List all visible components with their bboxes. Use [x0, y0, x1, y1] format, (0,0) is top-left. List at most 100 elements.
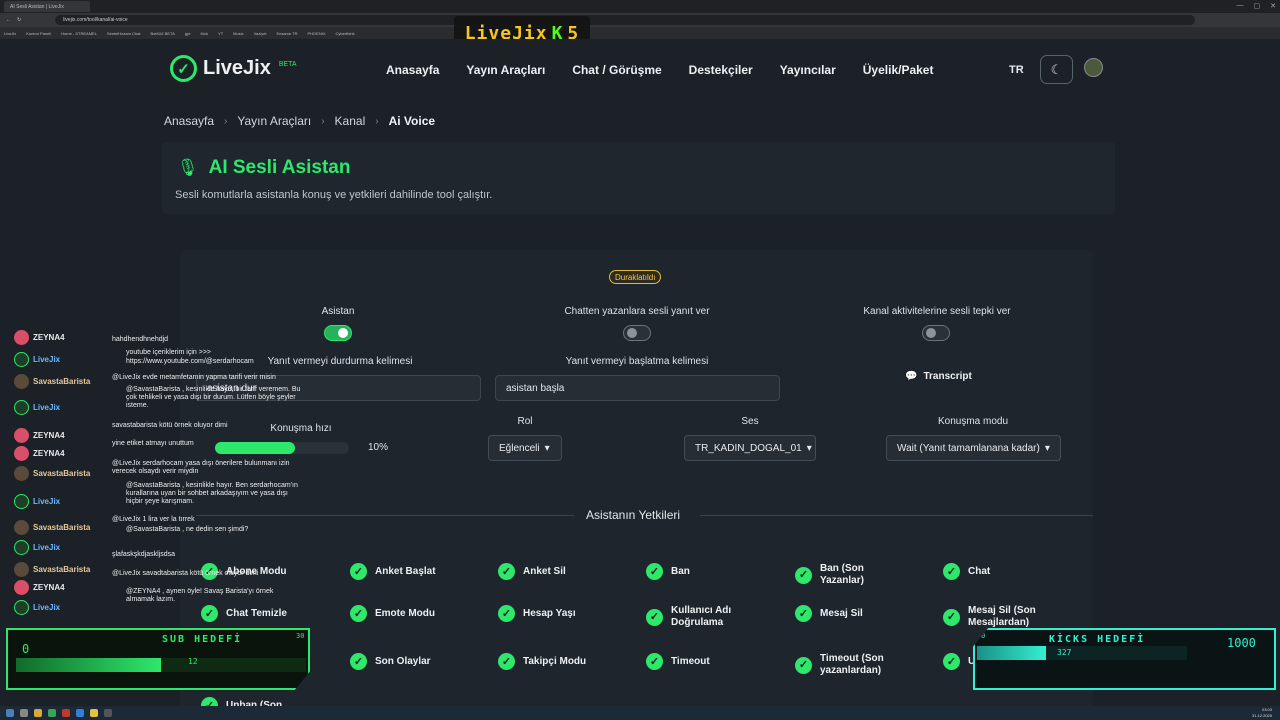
browser-tab[interactable]: AI Sesli Asistan | LiveJix — [4, 1, 90, 12]
site-logo[interactable]: ✓ LiveJix BETA — [170, 55, 297, 82]
theme-toggle-button[interactable]: ☾ — [1040, 55, 1073, 84]
permission-label: Anket Sil — [523, 565, 566, 577]
bookmark-item[interactable]: Ensame TR — [276, 31, 297, 36]
bookmark-item[interactable]: YT — [218, 31, 223, 36]
chat-username: LiveJix — [33, 497, 61, 506]
window-controls: — ▢ ✕ — [1237, 2, 1277, 10]
chat-username: SavastaBarista — [33, 377, 91, 386]
kicks-goal-title: KİCKS HEDEFİ — [1049, 634, 1146, 645]
breadcrumb-home[interactable]: Anasayfa — [164, 114, 214, 128]
close-icon[interactable]: ✕ — [1270, 2, 1276, 10]
breadcrumb-current: Ai Voice — [388, 114, 436, 128]
permission-item[interactable]: ✓ Anket Başlat — [350, 563, 436, 580]
permission-item[interactable]: ✓ Son Olaylar — [350, 653, 431, 670]
permission-label: Hesap Yaşı — [523, 607, 576, 619]
permission-label: Ban (Son Yazanlar) — [820, 563, 864, 586]
app-icon[interactable] — [62, 709, 70, 717]
bookmark-item[interactable]: Vaziyet — [254, 31, 267, 36]
chat-avatar-icon — [14, 400, 29, 415]
chat-message: https://www.youtube.com/@serdarhocam — [126, 358, 254, 365]
check-icon: ✓ — [795, 566, 812, 584]
permission-item[interactable]: ✓ Mesaj Sil — [795, 605, 863, 622]
permission-item[interactable]: ✓ Ban (Son Yazanlar) — [795, 563, 910, 587]
folder-icon[interactable] — [34, 709, 42, 717]
nav-item[interactable]: Chat / Görüşme — [572, 63, 661, 77]
bookmark-item[interactable]: SentelHozam Chat — [107, 31, 141, 36]
check-icon: ✓ — [646, 563, 663, 580]
voice-select[interactable]: TR_KADIN_DOGAL_01 ▾ — [684, 435, 816, 461]
nav-item[interactable]: Anasayfa — [386, 63, 439, 77]
breadcrumb-tools[interactable]: Yayın Araçları — [237, 114, 311, 128]
permission-label: Emote Modu — [375, 607, 435, 619]
speed-value: 10% — [368, 442, 389, 453]
main-nav: Anasayfa Yayın Araçları Chat / Görüşme Dest… — [386, 63, 933, 77]
obs-icon[interactable] — [104, 709, 112, 717]
mode-select[interactable]: Wait (Yanıt tamamlanana kadar) ▾ — [886, 435, 1061, 461]
chat-message: çok tehlikeli ve yasa dışı bir durum. Lü… — [126, 394, 296, 401]
permission-item[interactable]: ✓ Ban — [646, 563, 690, 580]
permission-item[interactable]: ✓ Timeout — [646, 653, 710, 670]
permission-item[interactable]: ✓ Emote Modu — [350, 605, 435, 622]
check-icon: ✓ — [350, 563, 367, 580]
chat-user-row: LiveJix — [14, 352, 60, 367]
microphone-icon: 🎙 — [177, 158, 199, 177]
check-icon: ✓ — [943, 608, 960, 626]
search-icon[interactable] — [20, 709, 28, 717]
start-icon[interactable] — [6, 709, 14, 717]
minimize-icon[interactable]: — — [1237, 2, 1244, 10]
role-select[interactable]: Eğlenceli ▾ — [488, 435, 562, 461]
screen: AI Sesli Asistan | LiveJix — ▢ ✕ ← ↻ liv… — [0, 0, 1280, 720]
role-label: Rol — [517, 416, 533, 427]
code-editor-icon[interactable] — [76, 709, 84, 717]
nav-item[interactable]: Yayıncılar — [780, 63, 836, 77]
chat-message: @LiveJix 1 lira ver la tırrek — [112, 516, 195, 523]
browser-tabbar: AI Sesli Asistan | LiveJix — ▢ ✕ — [0, 0, 1280, 13]
address-bar[interactable]: livejix.com/tool/kanal/ai-voice — [55, 15, 1196, 25]
start-word-input[interactable]: asistan başla — [495, 375, 780, 401]
logo-text: LiveJix — [203, 57, 271, 79]
assistant-toggle[interactable] — [324, 325, 352, 341]
permission-item[interactable]: ✓ Anket Sil — [498, 563, 566, 580]
permission-item[interactable]: ✓ Takipçi Modu — [498, 653, 586, 670]
permission-item[interactable]: ✓ Timeout (Son yazanlardan) — [795, 653, 910, 677]
permission-label: Mesaj Sil (Son Mesajlardan) — [968, 605, 1036, 628]
language-switch[interactable]: TR — [1009, 64, 1024, 76]
transcript-button[interactable]: 💬 Transcript — [905, 371, 972, 382]
browser-icon[interactable] — [48, 709, 56, 717]
breadcrumb-channel[interactable]: Kanal — [335, 114, 366, 128]
channel-react-toggle[interactable] — [922, 325, 950, 341]
bookmark-item[interactable]: Music — [233, 31, 243, 36]
bookmark-item[interactable]: Kontrol Paneli — [26, 31, 51, 36]
check-icon: ✓ — [795, 605, 812, 622]
permission-item[interactable]: ✓ Hesap Yaşı — [498, 605, 576, 622]
nav-item[interactable]: Üyelik/Paket — [863, 63, 934, 77]
chat-message: @LiveJix savadtabarista kötü örnek oluyo… — [112, 570, 259, 577]
bookmark-item[interactable]: Home - STREAMEL — [61, 31, 97, 36]
permission-item[interactable]: ✓ Mesaj Sil (Son Mesajlardan) — [943, 605, 1058, 629]
back-icon[interactable]: ← — [6, 17, 11, 23]
app-icon[interactable] — [90, 709, 98, 717]
permissions-title: Asistanın Yetkileri — [586, 508, 681, 522]
user-avatar[interactable] — [1084, 58, 1103, 77]
divider — [700, 515, 1093, 516]
chat-reply-toggle[interactable] — [623, 325, 651, 341]
bookmark-item[interactable]: BotKitZ BETA — [151, 31, 175, 36]
bookmark-item[interactable]: gpt — [185, 31, 191, 36]
permission-item[interactable]: ✓ Chat — [943, 563, 990, 580]
reload-icon[interactable]: ↻ — [17, 17, 21, 23]
bookmark-item[interactable]: Kick — [200, 31, 208, 36]
bookmark-item[interactable]: PHOENIX — [307, 31, 325, 36]
maximize-icon[interactable]: ▢ — [1254, 2, 1261, 10]
nav-item[interactable]: Yayın Araçları — [466, 63, 545, 77]
caret-down-icon: ▾ — [1044, 442, 1050, 454]
nav-item[interactable]: Destekçiler — [689, 63, 753, 77]
check-icon: ✓ — [498, 653, 515, 670]
permission-item[interactable]: ✓ Kullanıcı Adı Doğrulama — [646, 605, 761, 629]
bookmark-item[interactable]: Cyberthink — [336, 31, 355, 36]
assistant-toggle-label: Asistan — [321, 306, 355, 317]
chat-avatar-icon — [14, 330, 29, 345]
chat-user-row: ZEYNA4 — [14, 330, 65, 345]
chat-username: LiveJix — [33, 403, 61, 412]
bookmark-item[interactable]: LiveJix — [4, 31, 16, 36]
chat-avatar-icon — [14, 562, 29, 577]
